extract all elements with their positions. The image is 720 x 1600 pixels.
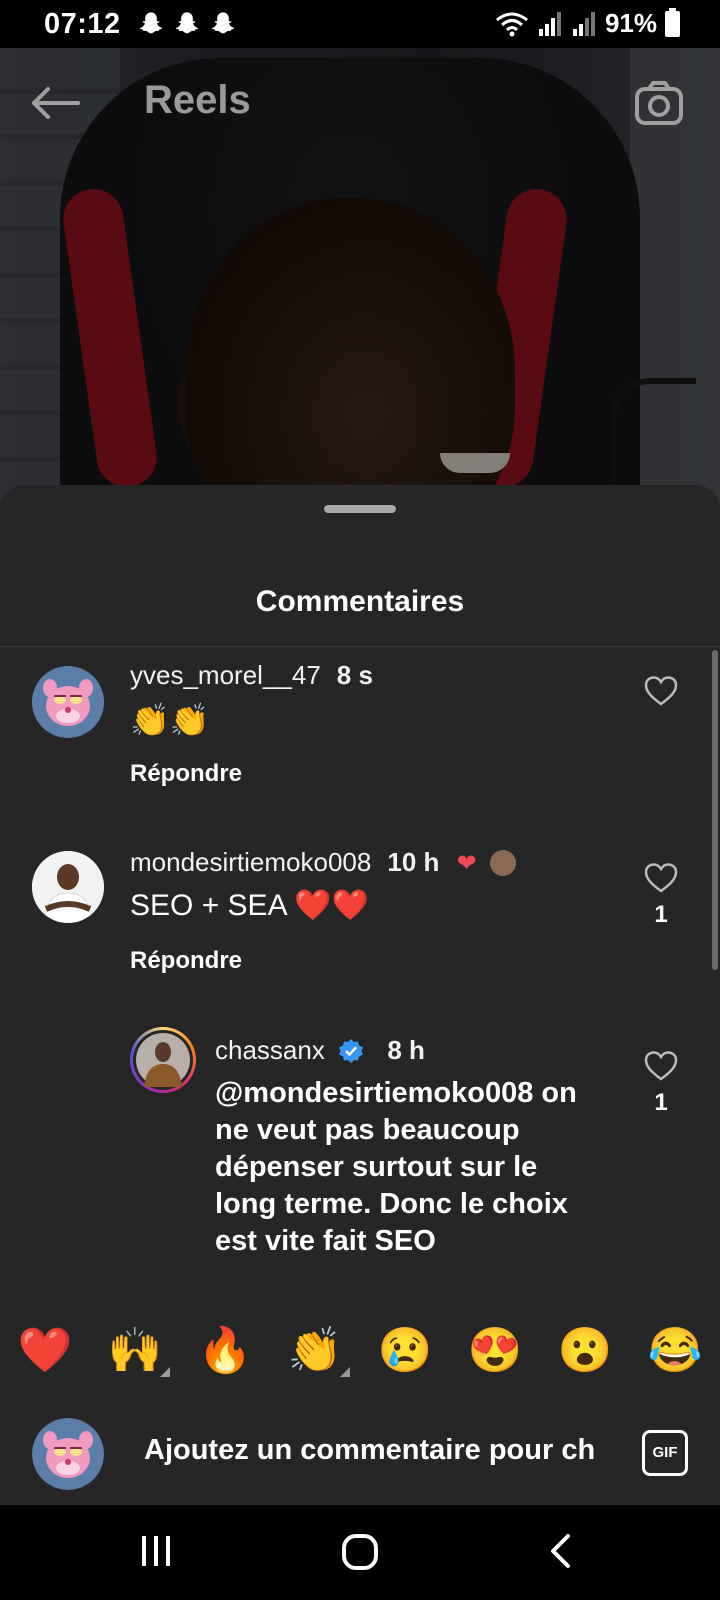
comment-composer: Ajoutez un commentaire pour ch GIF — [0, 1400, 720, 1505]
notification-icons — [137, 10, 237, 38]
emoji-crying[interactable]: 😢 — [375, 1323, 435, 1379]
divider — [0, 646, 720, 647]
recent-apps-icon[interactable] — [138, 1533, 174, 1569]
heart-icon[interactable] — [644, 863, 678, 893]
back-icon[interactable] — [548, 1533, 572, 1569]
comment-time: 8 h — [387, 1035, 425, 1065]
avatar[interactable] — [32, 851, 104, 923]
battery-icon — [665, 7, 680, 37]
system-nav-bar — [0, 1505, 720, 1600]
emoji-raised-hands[interactable]: 🙌 — [105, 1323, 165, 1379]
wifi-icon — [496, 12, 528, 36]
avatar[interactable] — [32, 666, 104, 738]
snapchat-icon — [211, 12, 235, 34]
pink-panther-avatar-icon — [32, 666, 104, 738]
comment-text: @mondesirtiemoko008 on ne veut pas beauc… — [215, 1077, 577, 1257]
comment-header: chassanx 8 h — [215, 1035, 425, 1066]
signal-icon — [572, 11, 595, 36]
comment-input[interactable]: Ajoutez un commentaire pour ch — [144, 1434, 609, 1467]
back-arrow-icon[interactable] — [30, 86, 80, 120]
avatar-story-ring[interactable] — [130, 1027, 196, 1093]
page-title: Reels — [144, 78, 251, 122]
skin-tone-indicator — [160, 1367, 170, 1377]
skin-tone-indicator — [340, 1367, 350, 1377]
emoji-quick-bar: ❤️ 🙌 🔥 👏 😢 😍 😮 😂 — [0, 1305, 720, 1400]
battery-percent: 91% — [604, 8, 657, 38]
comment-header: mondesirtiemoko008 10 h ❤ — [130, 847, 516, 878]
creator-liked-heart-icon: ❤ — [456, 850, 477, 877]
emoji-fire[interactable]: 🔥 — [195, 1323, 255, 1379]
emoji-heart[interactable]: ❤️ — [15, 1323, 75, 1379]
snapchat-icon — [175, 12, 199, 34]
like-count: 1 — [654, 901, 668, 928]
emoji-heart-eyes[interactable]: 😍 — [465, 1323, 525, 1379]
gif-button[interactable]: GIF — [642, 1430, 688, 1476]
status-bar: 07:12 91% — [0, 0, 720, 48]
comment-time: 10 h — [387, 847, 440, 877]
user-photo-icon — [136, 1033, 190, 1087]
heart-icon[interactable] — [644, 1051, 678, 1081]
status-time: 07:12 — [44, 8, 121, 40]
drag-handle[interactable] — [324, 505, 396, 513]
scrollbar[interactable] — [712, 650, 718, 970]
comment-header: yves_morel__47 8 s — [130, 660, 373, 691]
own-avatar — [32, 1418, 104, 1490]
status-right: 91% — [495, 7, 680, 39]
reply-button[interactable]: Répondre — [130, 760, 242, 788]
emoji-surprised[interactable]: 😮 — [555, 1323, 615, 1379]
camera-icon[interactable] — [634, 80, 684, 126]
like-count: 1 — [654, 1089, 668, 1116]
comment-username[interactable]: chassanx — [215, 1035, 325, 1065]
home-icon[interactable] — [341, 1533, 379, 1571]
verified-badge-icon — [339, 1039, 364, 1063]
emoji-clap[interactable]: 👏 — [285, 1323, 345, 1379]
comment-time: 8 s — [336, 660, 373, 690]
snapchat-icon — [139, 12, 163, 34]
reply-button[interactable]: Répondre — [130, 947, 242, 975]
comment-text: SEO + SEA ❤️❤️ — [130, 889, 369, 922]
pink-panther-avatar-icon — [32, 1418, 104, 1490]
creator-avatar-mini — [489, 850, 516, 876]
comment-username[interactable]: mondesirtiemoko008 — [130, 847, 371, 877]
user-photo-icon — [32, 851, 104, 923]
comment-text: 👏👏 — [130, 702, 210, 738]
reels-header: Reels — [0, 48, 720, 158]
emoji-laughing[interactable]: 😂 — [645, 1323, 705, 1379]
heart-icon[interactable] — [644, 676, 678, 706]
comment-username[interactable]: yves_morel__47 — [130, 660, 321, 690]
sheet-title: Commentaires — [255, 585, 465, 618]
signal-icon — [538, 11, 561, 36]
